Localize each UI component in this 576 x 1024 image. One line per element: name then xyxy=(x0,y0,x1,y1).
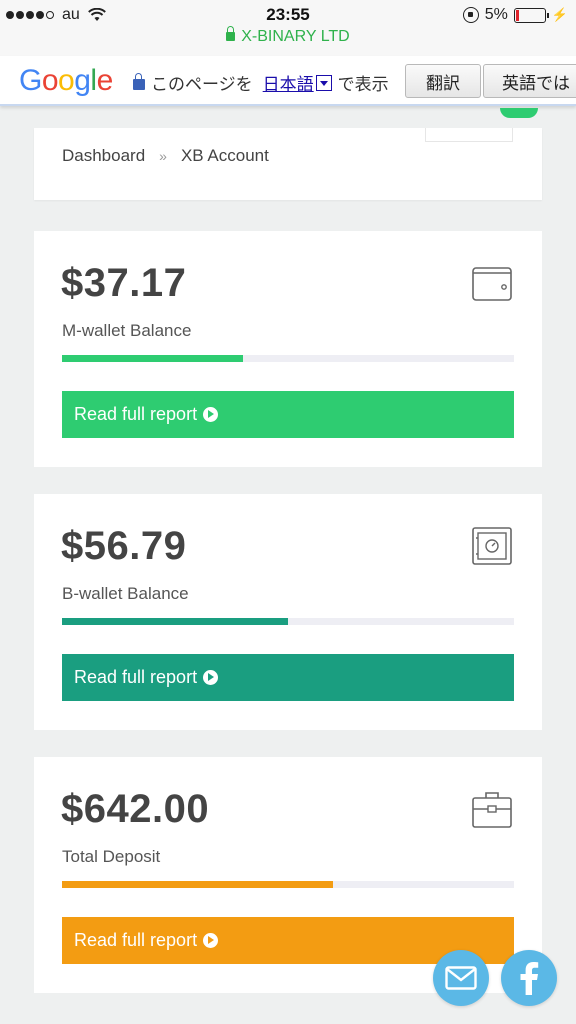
b-wallet-card: $56.79 B-wallet Balance Read full report xyxy=(34,494,542,730)
header-stub xyxy=(425,128,513,142)
total-deposit-progress-fill xyxy=(62,881,334,888)
charging-icon: ⚡ xyxy=(551,7,568,22)
site-identity[interactable]: X-BINARY LTD xyxy=(0,26,576,46)
arrow-circle-right-icon xyxy=(203,933,219,948)
arrow-circle-right-icon xyxy=(203,407,219,422)
breadcrumb-dashboard-link[interactable]: Dashboard xyxy=(62,146,145,166)
m-wallet-report-button[interactable]: Read full report xyxy=(62,391,514,438)
battery-percent: 5% xyxy=(484,6,508,23)
status-right: 5% ⚡ xyxy=(462,6,568,24)
b-wallet-report-button[interactable]: Read full report xyxy=(62,654,514,701)
english-button[interactable]: 英語では xyxy=(483,64,576,98)
site-name: X-BINARY LTD xyxy=(241,28,350,45)
b-wallet-progress xyxy=(62,618,514,625)
m-wallet-card: $37.17 M-wallet Balance Read full report xyxy=(34,231,542,467)
status-bar: au 23:55 X-BINARY LTD 5% ⚡ xyxy=(0,0,576,56)
translate-message: このページを 日本語 で表示 xyxy=(133,70,389,95)
translate-bar: Google このページを 日本語 で表示 翻訳 英語では xyxy=(0,56,576,106)
chevron-down-icon[interactable] xyxy=(315,74,332,91)
report-button-label: Read full report xyxy=(74,404,198,424)
m-wallet-label: M-wallet Balance xyxy=(62,321,192,340)
translate-prefix: このページを xyxy=(151,75,253,94)
total-deposit-progress xyxy=(62,881,514,888)
report-button-label: Read full report xyxy=(74,667,198,687)
facebook-button[interactable] xyxy=(501,950,557,1006)
google-logo: Google xyxy=(19,64,113,97)
lock-icon xyxy=(133,73,145,90)
facebook-icon xyxy=(520,962,539,995)
total-deposit-label: Total Deposit xyxy=(62,847,161,866)
menu-toggle-button[interactable] xyxy=(500,108,538,118)
battery-icon xyxy=(513,7,549,23)
total-deposit-amount: $642.00 xyxy=(61,787,210,831)
m-wallet-progress xyxy=(62,355,514,362)
breadcrumb: Dashboard » XB Account xyxy=(62,146,269,166)
translate-suffix: で表示 xyxy=(337,75,389,94)
breadcrumb-separator: » xyxy=(159,148,167,164)
translate-button[interactable]: 翻訳 xyxy=(405,64,481,98)
wallet-icon xyxy=(472,267,512,301)
lock-icon xyxy=(226,26,236,41)
briefcase-icon xyxy=(472,792,512,828)
mail-icon xyxy=(445,966,477,990)
arrow-circle-right-icon xyxy=(203,670,219,685)
b-wallet-amount: $56.79 xyxy=(61,524,187,568)
mail-button[interactable] xyxy=(433,950,489,1006)
b-wallet-progress-fill xyxy=(62,618,288,625)
b-wallet-label: B-wallet Balance xyxy=(62,584,189,603)
safe-icon xyxy=(472,527,512,565)
m-wallet-amount: $37.17 xyxy=(61,261,187,305)
report-button-label: Read full report xyxy=(74,930,198,950)
rotation-lock-icon xyxy=(462,7,479,23)
breadcrumb-current: XB Account xyxy=(180,146,269,165)
language-select[interactable]: 日本語 xyxy=(263,70,314,95)
m-wallet-progress-fill xyxy=(62,355,243,362)
